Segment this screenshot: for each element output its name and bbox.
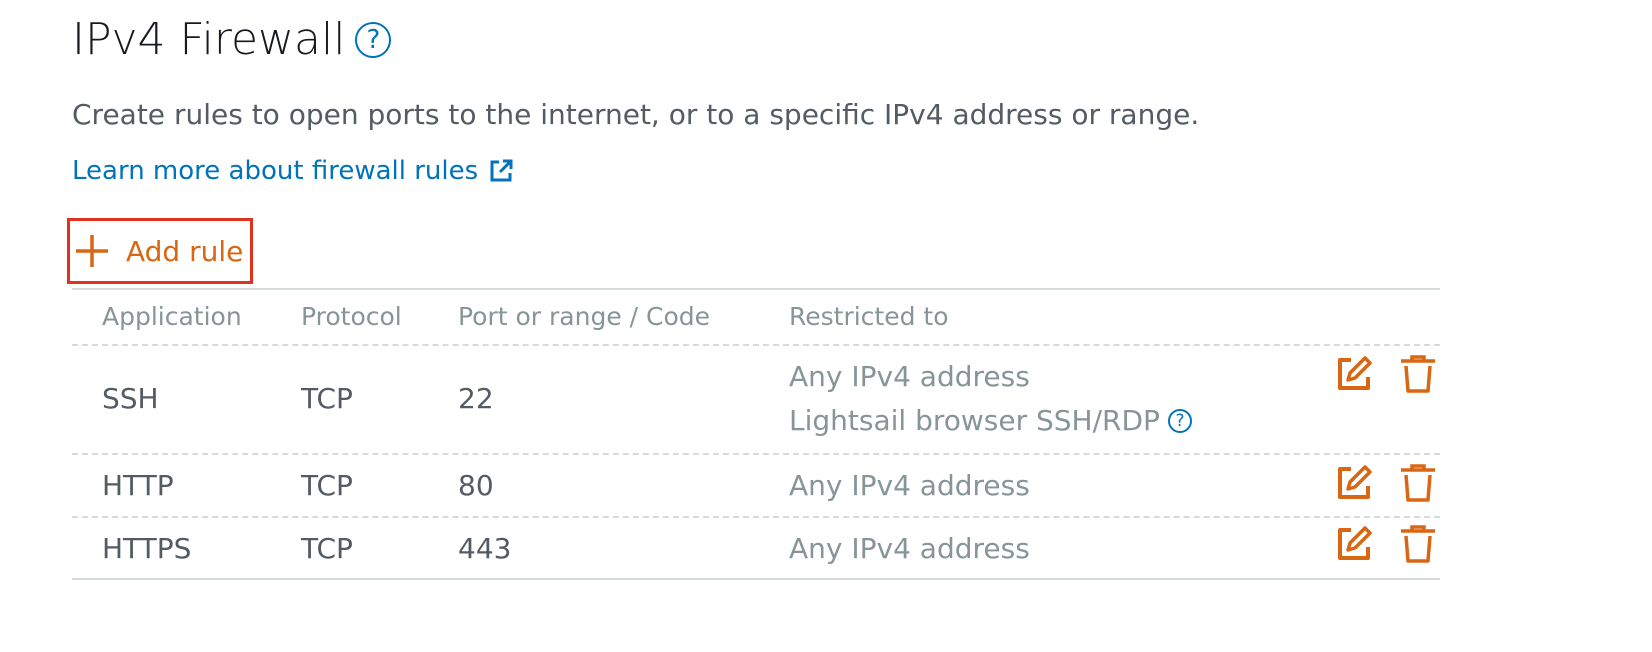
table-header: Application Protocol Port or range / Cod… [72, 290, 1440, 346]
help-icon[interactable]: ? [355, 22, 392, 58]
title-row: IPv4 Firewall ? [72, 12, 392, 66]
cell-port: 443 [458, 532, 512, 565]
browser-ssh-note: Lightsail browser SSH/RDP [789, 404, 1160, 437]
edit-icon[interactable] [1334, 524, 1374, 564]
header-application[interactable]: Application [102, 302, 242, 331]
header-port[interactable]: Port or range / Code [458, 302, 710, 331]
learn-more-link[interactable]: Learn more about firewall rules [72, 156, 514, 186]
add-rule-button[interactable]: Add rule [67, 218, 253, 284]
page-description: Create rules to open ports to the intern… [72, 98, 1200, 131]
edit-icon[interactable] [1334, 463, 1374, 503]
cell-protocol: TCP [301, 532, 353, 565]
table-row: HTTP TCP 80 Any IPv4 address [72, 455, 1440, 518]
cell-port: 80 [458, 469, 494, 502]
cell-protocol: TCP [301, 382, 353, 415]
trash-icon[interactable] [1398, 524, 1438, 564]
plus-icon [76, 235, 108, 267]
external-link-icon [490, 159, 513, 182]
header-restricted-to[interactable]: Restricted to [789, 302, 949, 331]
edit-icon[interactable] [1334, 354, 1374, 394]
firewall-rules-table: Application Protocol Port or range / Cod… [72, 288, 1440, 580]
table-row: HTTPS TCP 443 Any IPv4 address [72, 518, 1440, 578]
header-protocol[interactable]: Protocol [301, 302, 402, 331]
trash-icon[interactable] [1398, 354, 1438, 394]
add-rule-label: Add rule [126, 234, 244, 268]
cell-protocol: TCP [301, 469, 353, 502]
table-row: SSH TCP 22 Any IPv4 address Lightsail br… [72, 346, 1440, 455]
cell-restricted-to: Any IPv4 address [789, 469, 1030, 502]
cell-application: SSH [102, 382, 159, 415]
help-icon[interactable]: ? [1167, 408, 1192, 433]
cell-restricted-to: Any IPv4 address [789, 532, 1030, 565]
cell-application: HTTPS [102, 532, 192, 565]
trash-icon[interactable] [1398, 463, 1438, 503]
learn-more-label: Learn more about firewall rules [72, 156, 479, 186]
cell-restricted-note: Lightsail browser SSH/RDP ? [789, 404, 1192, 437]
cell-restricted-to: Any IPv4 address [789, 360, 1030, 393]
cell-port: 22 [458, 382, 494, 415]
cell-application: HTTP [102, 469, 174, 502]
page-title: IPv4 Firewall [72, 13, 346, 65]
